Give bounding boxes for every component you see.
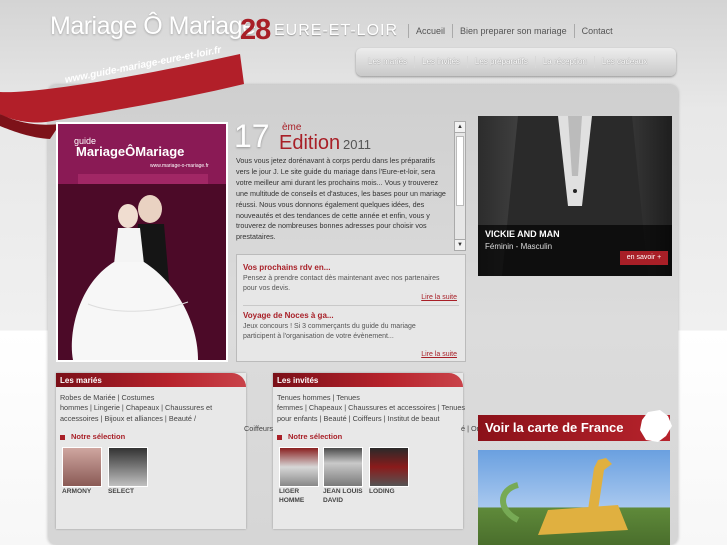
tag-line[interactable]: accessoires | Bijoux et alliances | Beau… (60, 414, 196, 423)
tag-line[interactable]: Robes de Mariée | Costumes (60, 393, 154, 402)
scroll-up-arrow-icon[interactable]: ▲ (455, 122, 465, 133)
thumbnail-jean-louis-david[interactable] (323, 447, 363, 487)
nav-les-maries[interactable]: Les mariés (356, 56, 414, 68)
square-bullet-icon (60, 434, 65, 440)
thumbnail-liger-homme[interactable] (279, 447, 319, 487)
overflow-tag[interactable]: Coiffeurs (244, 424, 273, 433)
cover-title: MariageÔMariage (76, 144, 185, 159)
cover-url: www.mariage-o-mariage.fr (150, 163, 209, 169)
thumbnail-label[interactable]: ARMONY (62, 487, 91, 496)
nav-les-invites[interactable]: Les invités (414, 56, 467, 68)
edition-number: 17 (234, 118, 270, 154)
news-box: Vos prochains rdv en... Pensez à prendre… (236, 254, 466, 362)
read-more-link[interactable]: Lire la suite (421, 294, 457, 301)
category-header: Les invités (273, 373, 463, 387)
category-header: Les mariés (56, 373, 246, 387)
giraffe-illustration (500, 458, 628, 535)
thumbnail-armony[interactable] (62, 447, 102, 487)
hero-title[interactable]: VICKIE AND MAN (485, 229, 560, 239)
main-nav: Les mariés Les invités Les préparatifs L… (356, 48, 676, 76)
news-title[interactable]: Vos prochains rdv en... (243, 263, 330, 272)
france-map-icon (640, 410, 672, 442)
scroll-thumb[interactable] (456, 136, 464, 206)
thumbnail-label[interactable]: JEAN LOUIS DAVID (323, 487, 367, 505)
category-tags[interactable]: Robes de Mariée | Costumes hommes | Ling… (60, 393, 216, 424)
news-body: Pensez à prendre contact dès maintenant … (243, 275, 440, 292)
category-tags[interactable]: Tenues hommes | Tenues femmes | Chapeaux… (277, 393, 465, 424)
thumbnail-loding[interactable] (369, 447, 409, 487)
news-divider (243, 305, 459, 306)
nav-les-preparatifs[interactable]: Les préparatifs (466, 56, 535, 68)
nav-les-cadeaux[interactable]: Les cadeaux (593, 56, 654, 68)
top-link-accueil[interactable]: Accueil (408, 24, 452, 38)
tag-line[interactable]: hommes | Lingerie | Chapeaux | Chaussure… (60, 403, 212, 412)
top-link-preparer[interactable]: Bien preparer son mariage (452, 24, 574, 38)
wedding-couple-illustration (58, 124, 226, 360)
site-logo[interactable]: Mariage Ô Mariage (50, 12, 256, 41)
edition-intro-text: Vous vous jetez dorénavant à corps perdu… (236, 156, 446, 242)
tag-line[interactable]: femmes | Chapeaux | Chaussures et access… (277, 403, 465, 412)
department-number: 28 (240, 14, 271, 46)
top-nav: Accueil Bien preparer son mariage Contac… (408, 24, 620, 38)
read-more-link[interactable]: Lire la suite (421, 351, 457, 358)
selection-heading: Notre sélection (60, 432, 125, 441)
tag-line[interactable]: pour enfants | Beauté | Coiffeurs | Inst… (277, 414, 440, 423)
news-body: Jeux concours ! Si 3 commerçants du guid… (243, 323, 416, 340)
nav-la-reception[interactable]: La réception (534, 56, 594, 68)
hero-more-button[interactable]: en savoir + (620, 251, 668, 265)
thumbnail-label[interactable]: SELECT (108, 487, 134, 496)
top-link-contact[interactable]: Contact (573, 24, 620, 38)
square-bullet-icon (277, 434, 282, 440)
news-title[interactable]: Voyage de Noces à ga... (243, 311, 334, 320)
edition-year: 2011 (343, 137, 371, 152)
scroll-down-arrow-icon[interactable]: ▼ (455, 239, 465, 250)
category-invites: Les invités Tenues hommes | Tenues femme… (273, 373, 465, 529)
category-maries: Les mariés Robes de Mariée | Costumes ho… (56, 373, 246, 529)
thumbnail-select[interactable] (108, 447, 148, 487)
giraffe-photo[interactable] (478, 450, 670, 545)
hero-subtitle: Féminin - Masculin (485, 242, 553, 251)
department-name: EURE-ET-LOIR (274, 22, 399, 39)
edition-word: Edition (279, 132, 341, 154)
category-title[interactable]: Les invités (277, 376, 318, 385)
tag-line[interactable]: Tenues hommes | Tenues (277, 393, 360, 402)
thumbnail-label[interactable]: LIGER HOMME (279, 487, 319, 505)
overflow-tag[interactable]: é | Or (461, 424, 479, 433)
thumbnail-label[interactable]: LODING (369, 487, 395, 496)
category-title[interactable]: Les mariés (60, 376, 102, 385)
selection-heading: Notre sélection (277, 432, 342, 441)
france-map-label[interactable]: Voir la carte de France (485, 420, 624, 435)
intro-scrollbar[interactable]: ▲ ▼ (454, 121, 466, 251)
